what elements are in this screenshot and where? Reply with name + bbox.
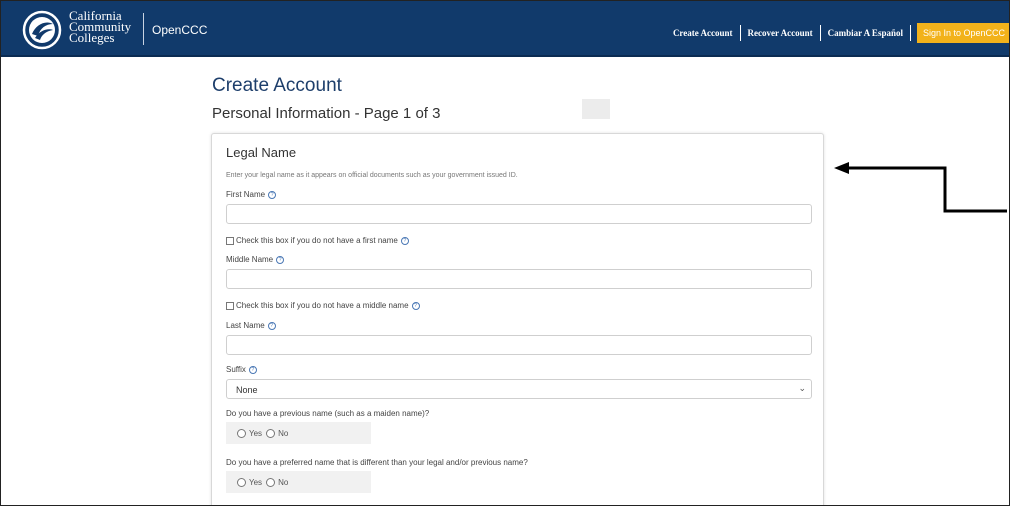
no-label: No [278,477,289,487]
page-title: Create Account [212,75,342,96]
first-name-input[interactable] [226,204,812,224]
no-first-name-row: Check this box if you do not have a firs… [226,236,409,245]
previous-name-question: Do you have a previous name (such as a m… [226,409,429,418]
no-label: No [278,428,289,438]
last-name-label: Last Name ? [226,321,276,330]
first-name-label-text: First Name [226,190,266,199]
help-icon[interactable]: ? [400,236,409,245]
preferred-name-radio-group: Yes No [226,471,371,493]
sign-in-button[interactable]: Sign In to OpenCCC [916,23,1009,43]
chevron-down-icon: ⌄ [798,383,806,393]
help-icon[interactable]: ? [268,190,277,199]
help-icon[interactable]: ? [411,301,420,310]
preferred-name-no[interactable]: No [266,477,289,487]
nav-divider [909,25,911,41]
legal-name-card [211,133,824,505]
placeholder-box [582,99,610,119]
middle-name-label: Middle Name ? [226,255,285,264]
nav-recover-account[interactable]: Recover Account [741,28,820,38]
no-first-name-label: Check this box if you do not have a firs… [236,236,398,245]
radio-button[interactable] [237,428,246,438]
help-icon[interactable]: ? [267,321,276,330]
preferred-name-yes[interactable]: Yes [237,477,263,487]
no-middle-name-checkbox[interactable] [226,301,234,310]
previous-name-yes[interactable]: Yes [237,428,263,438]
yes-label: Yes [249,477,263,487]
section-hint: Enter your legal name as it appears on o… [226,172,518,179]
suffix-selected-value: None [236,385,258,395]
header-divider [143,13,144,45]
radio-button[interactable] [266,428,276,438]
header-nav: Create Account Recover Account Cambiar A… [666,23,1009,43]
previous-name-question-text: Do you have a previous name (such as a m… [226,409,430,418]
yes-label: Yes [249,428,263,438]
page-subtitle: Personal Information - Page 1 of 3 [212,105,441,122]
help-icon[interactable]: ? [248,365,257,374]
no-middle-name-row: Check this box if you do not have a midd… [226,301,420,310]
page-frame: California Community Colleges OpenCCC Cr… [0,0,1010,506]
suffix-select[interactable]: None ⌄ [226,379,812,399]
logo-wordmark: California Community Colleges [69,9,131,44]
radio-button[interactable] [237,477,246,487]
middle-name-label-text: Middle Name [226,255,274,264]
last-name-label-text: Last Name [226,321,265,330]
no-middle-name-label: Check this box if you do not have a midd… [236,301,409,310]
preferred-name-question-text: Do you have a preferred name that is dif… [226,458,528,467]
app-name: OpenCCC [152,23,208,37]
suffix-label: Suffix ? [226,365,257,374]
header-bar: California Community Colleges OpenCCC Cr… [1,1,1009,57]
middle-name-input[interactable] [226,269,812,289]
nav-create-account[interactable]: Create Account [666,28,740,38]
help-icon[interactable]: ? [276,255,285,264]
no-first-name-checkbox[interactable] [226,236,234,245]
section-title: Legal Name [226,145,297,160]
previous-name-no[interactable]: No [266,428,289,438]
previous-name-radio-group: Yes No [226,422,371,444]
first-name-label: First Name ? [226,190,277,199]
last-name-input[interactable] [226,335,812,355]
nav-spanish-toggle[interactable]: Cambiar A Español [821,28,910,38]
ccc-logo-icon [22,10,62,50]
suffix-label-text: Suffix [226,365,246,374]
preferred-name-question: Do you have a preferred name that is dif… [226,458,528,467]
radio-button[interactable] [266,477,276,487]
